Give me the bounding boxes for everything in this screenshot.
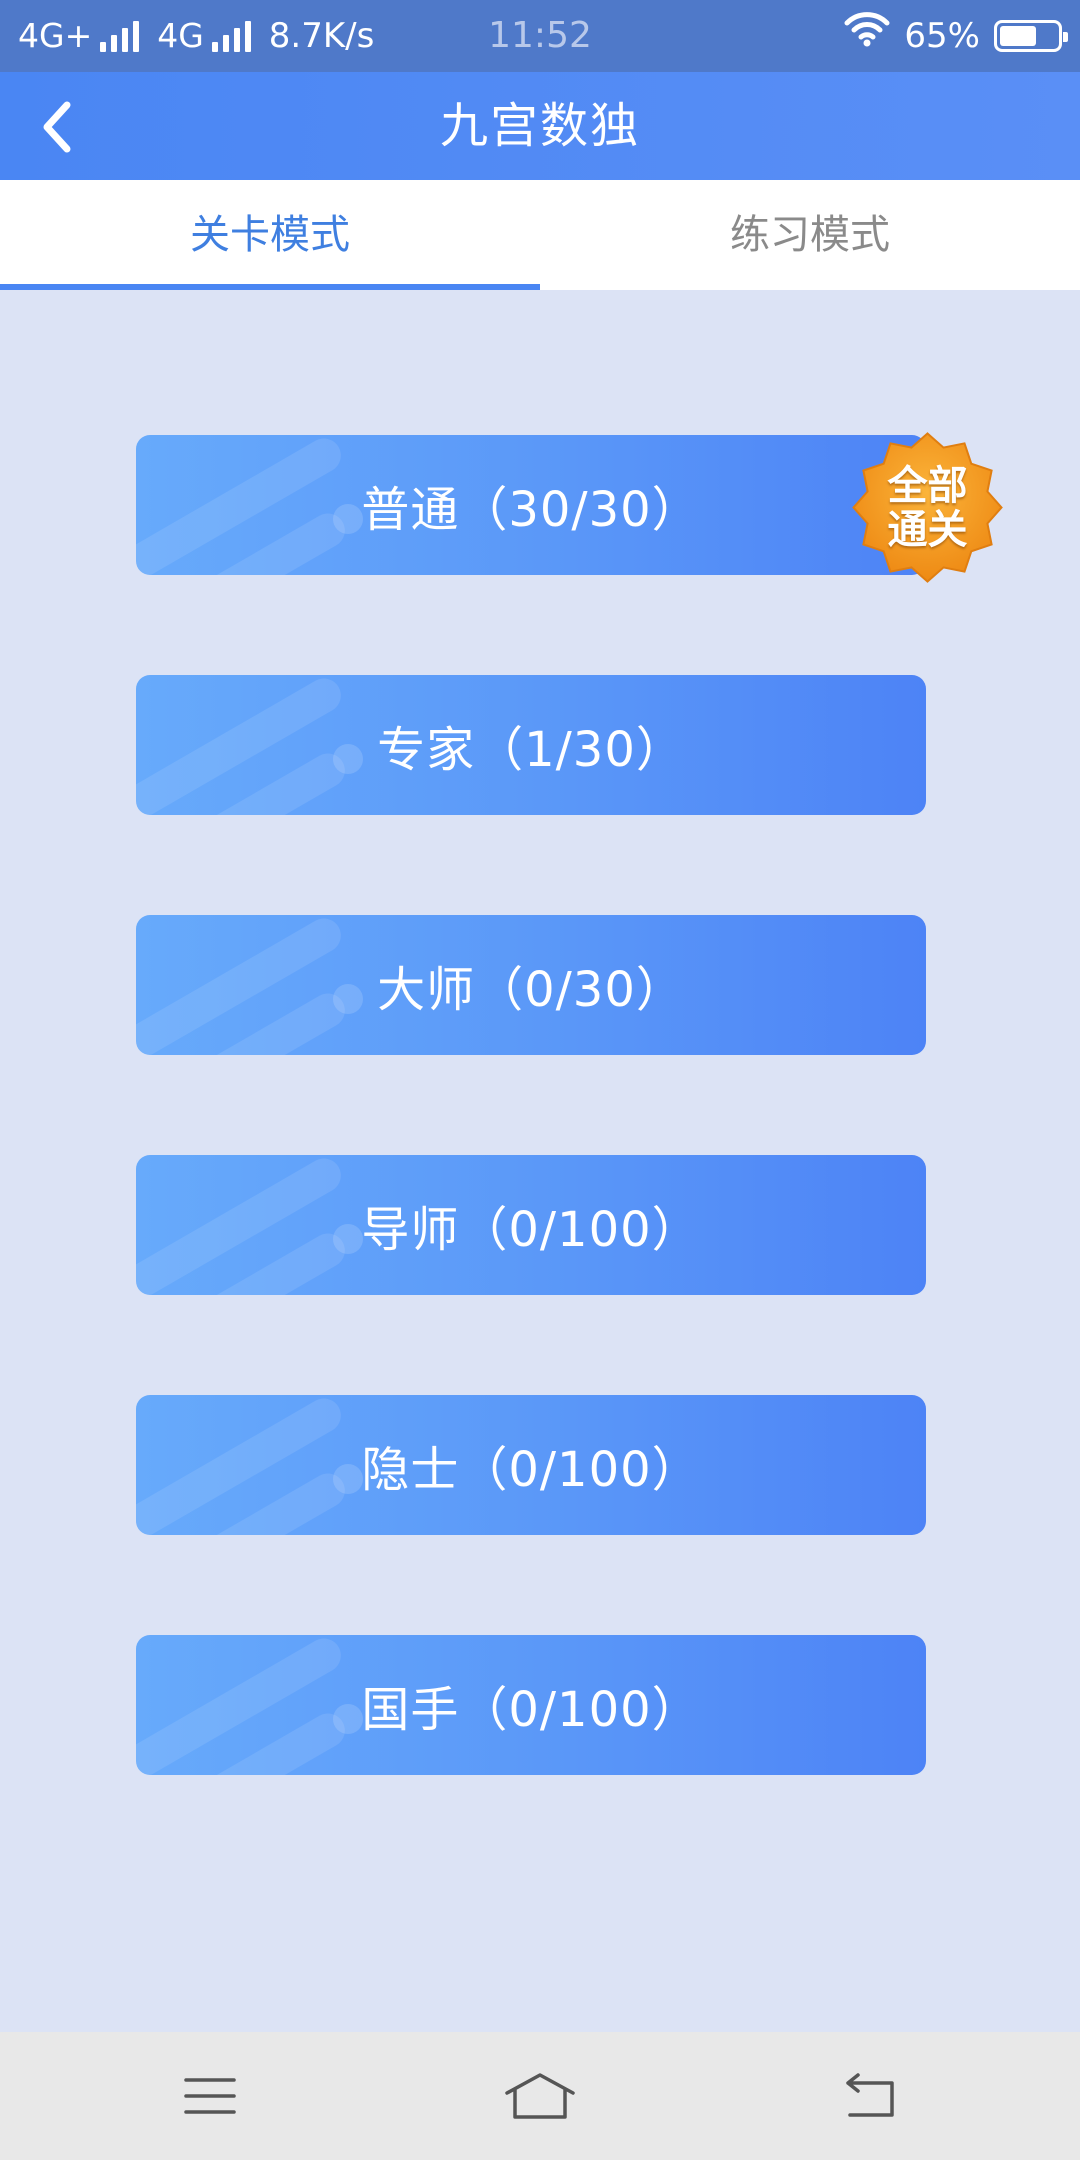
level-label: 导师（0/100） [361,1202,701,1258]
level-label: 国手（0/100） [361,1682,701,1738]
battery-percent: 65% [904,16,980,56]
battery-fill [1000,26,1036,46]
app-header: 九宫数独 [0,72,1080,180]
level-label: 隐士（0/100） [361,1442,701,1498]
all-cleared-badge: 全部 通关 [850,430,1005,585]
level-label: 普通（30/30） [361,482,701,538]
stripe-decoration [136,1638,363,1775]
status-right: 65% [844,0,1068,72]
level-label: 专家（1/30） [377,722,685,778]
menu-icon [184,2078,236,2114]
return-icon [846,2073,894,2117]
menu-button[interactable] [160,2056,260,2136]
page-title: 九宫数独 [439,98,640,154]
status-bar: 4G+ 4G 8.7K/s 11:52 65% [0,0,1080,72]
badge-line-2: 通关 [887,506,968,553]
system-nav-bar [0,2032,1080,2160]
level-button-master[interactable]: 大师（0/30） [136,915,926,1055]
badge-text: 全部 通关 [850,430,1005,585]
tab-level-mode[interactable]: 关卡模式 [0,180,540,290]
home-button[interactable] [490,2056,590,2136]
return-button[interactable] [820,2056,920,2136]
stripe-decoration [136,1398,363,1535]
level-button-hermit[interactable]: 隐士（0/100） [136,1395,926,1535]
stripe-decoration [136,918,363,1055]
level-button-expert[interactable]: 专家（1/30） [136,675,926,815]
tab-practice-mode[interactable]: 练习模式 [540,180,1080,290]
battery-nub [1063,32,1068,42]
level-button-national[interactable]: 国手（0/100） [136,1635,926,1775]
level-button-normal[interactable]: 普通（30/30） [136,435,926,575]
battery-icon [994,20,1068,52]
stripe-decoration [136,1158,363,1295]
wifi-icon [844,0,890,72]
home-icon [505,2073,575,2119]
level-list: 普通（30/30） 专家（1/30） 大师（0/30） 导师（0/100） 隐士… [136,435,926,1875]
mode-tabs: 关卡模式 练习模式 [0,180,1080,290]
badge-line-1: 全部 [887,462,968,509]
stripe-decoration [136,678,363,815]
level-label: 大师（0/30） [377,962,685,1018]
stripe-decoration [136,438,363,575]
screen: 4G+ 4G 8.7K/s 11:52 65% 九宫数独 关卡模式 练习模式 普… [0,0,1080,2160]
level-button-mentor[interactable]: 导师（0/100） [136,1155,926,1295]
